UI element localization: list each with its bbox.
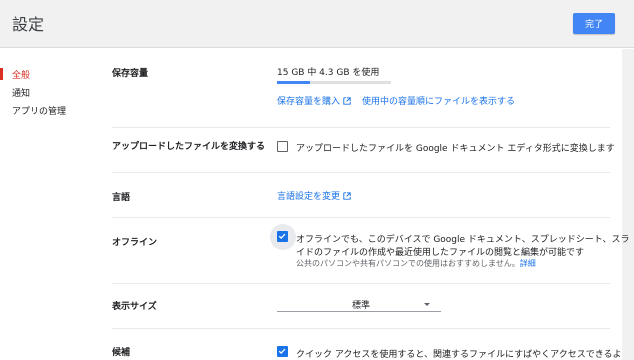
view-files-by-size-link[interactable]: 使用中の容量順にファイルを表示する <box>362 94 515 107</box>
settings-header: 設定 完了 <box>0 0 634 48</box>
checkmark-icon <box>278 348 286 354</box>
buy-storage-link[interactable]: 保存容量を購入 <box>277 94 351 107</box>
buy-storage-link-label: 保存容量を購入 <box>277 97 341 107</box>
language-label: 言語 <box>112 193 131 203</box>
settings-content <box>100 49 622 360</box>
suggestions-label: 候補 <box>112 348 131 358</box>
convert-uploads-checkbox[interactable] <box>277 141 288 152</box>
density-select[interactable]: 標準 <box>277 296 441 312</box>
scrollbar-track[interactable] <box>622 49 634 360</box>
suggestions-checkbox[interactable] <box>277 346 288 357</box>
divider <box>112 328 610 329</box>
storage-progress-fill <box>277 81 311 84</box>
change-language-link-label: 言語設定を変更 <box>277 192 341 202</box>
sidebar-item-notifications[interactable]: 通知 <box>12 86 30 99</box>
sidebar-item-general[interactable]: 全般 <box>12 68 30 81</box>
divider <box>112 172 610 173</box>
done-button[interactable]: 完了 <box>573 13 615 34</box>
checkmark-icon <box>278 233 286 239</box>
offline-description-line2: イドのファイルの作成や最近使用したファイルの閲覧と編集が可能です <box>296 248 585 258</box>
external-link-icon <box>343 192 351 200</box>
offline-checkbox[interactable] <box>277 231 288 242</box>
offline-note: 公共のパソコンや共有パソコンでの使用はおすすめしません。詳細 <box>296 258 536 269</box>
storage-usage-text: 15 GB 中 4.3 GB を使用 <box>277 68 380 78</box>
active-nav-indicator <box>0 68 3 80</box>
offline-description-line1: オフラインでも、このデバイスで Google ドキュメント、スプレッドシート、ス… <box>296 235 630 245</box>
density-label: 表示サイズ <box>112 302 157 312</box>
offline-details-link[interactable]: 詳細 <box>520 259 536 268</box>
convert-uploads-description: アップロードしたファイルを Google ドキュメント エディタ形式に変換します <box>296 144 615 154</box>
external-link-icon <box>343 97 351 105</box>
sidebar-item-manage-apps[interactable]: アプリの管理 <box>12 104 66 117</box>
storage-label: 保存容量 <box>112 69 149 79</box>
page-title: 設定 <box>12 15 45 34</box>
offline-label: オフライン <box>112 238 158 248</box>
offline-warning-text: 公共のパソコンや共有パソコンでの使用はおすすめしません。 <box>296 259 520 268</box>
dropdown-arrow-icon <box>424 303 430 306</box>
change-language-link[interactable]: 言語設定を変更 <box>277 189 351 202</box>
density-selected-value: 標準 <box>352 301 371 311</box>
divider <box>112 217 610 218</box>
suggestions-description: クイック アクセスを使用すると、関連するファイルにすばやくアクセスできるよ <box>296 350 622 360</box>
divider <box>112 283 610 284</box>
divider <box>112 127 610 128</box>
storage-progress-bar <box>277 81 391 84</box>
convert-uploads-label: アップロードしたファイルを変換する <box>112 142 266 152</box>
